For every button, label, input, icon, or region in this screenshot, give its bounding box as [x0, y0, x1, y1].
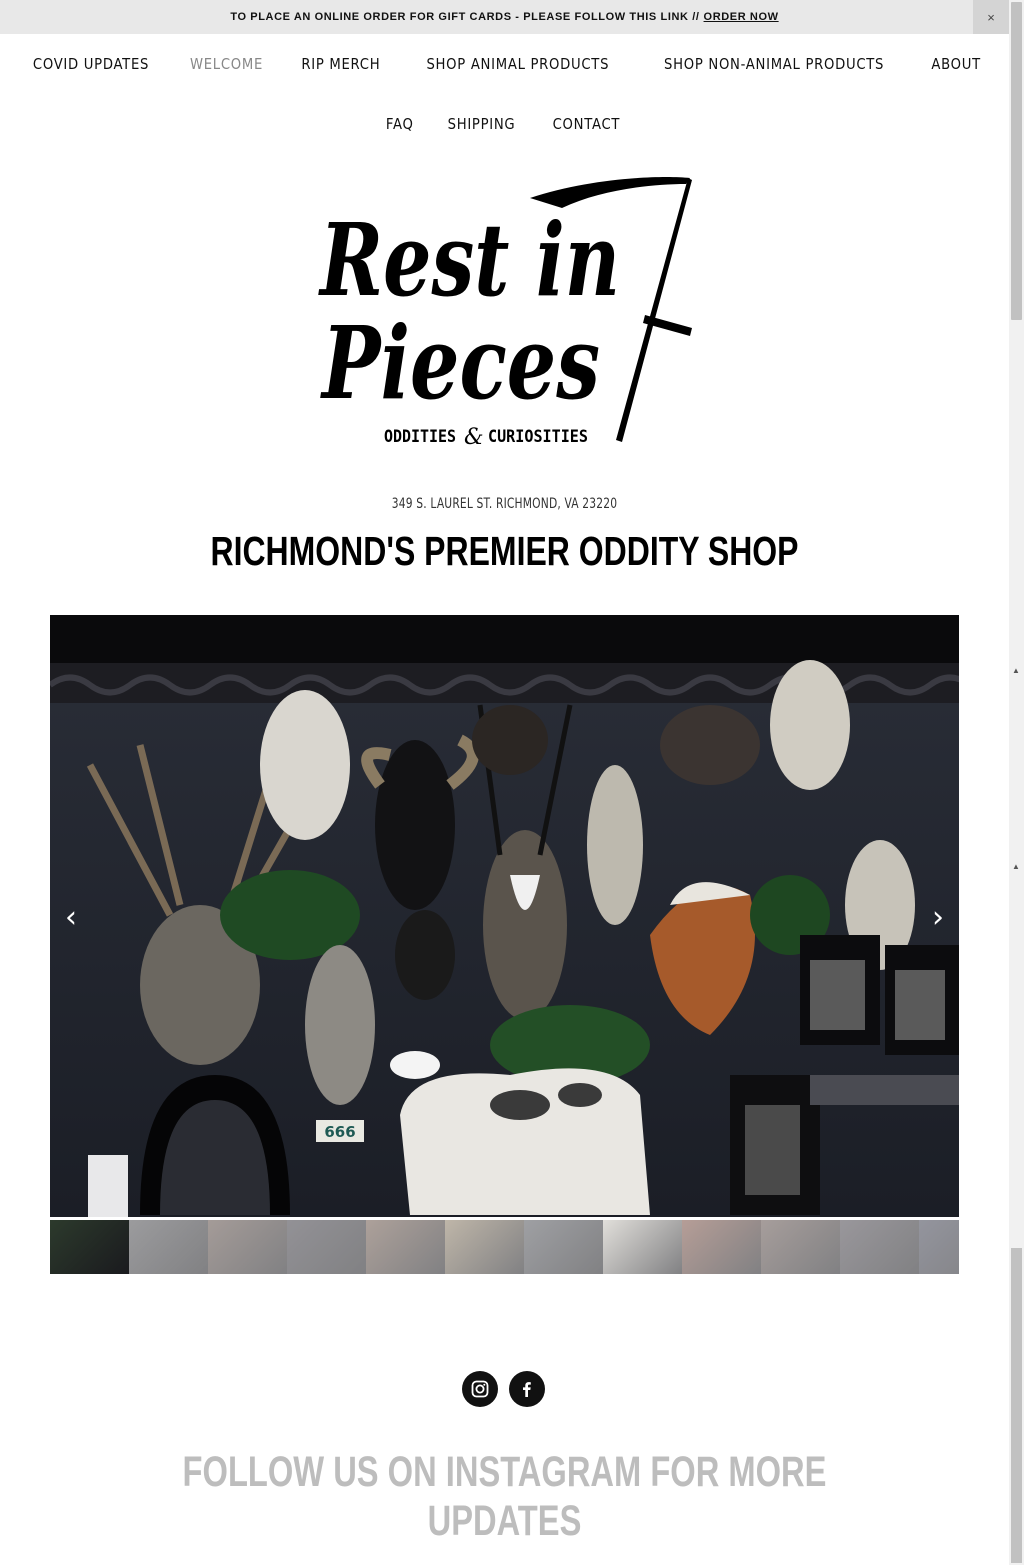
logo-tagline-curiosities: CURIOSITIES	[488, 427, 588, 447]
announcement-text: TO PLACE AN ONLINE ORDER FOR GIFT CARDS …	[230, 11, 700, 23]
instagram-icon	[471, 1380, 489, 1398]
thumbnail-overlay	[129, 1220, 208, 1274]
logo-line-1: Rest in	[318, 201, 620, 319]
nav-about[interactable]: ABOUT	[919, 55, 993, 73]
scroll-up-arrow-icon-2[interactable]: ▲	[1011, 862, 1021, 871]
nav-shop-animal-products[interactable]: SHOP ANIMAL PRODUCTS	[414, 55, 621, 73]
thumbnail-overlay	[524, 1220, 603, 1274]
thumbnail-overlay	[287, 1220, 366, 1274]
facebook-icon	[523, 1382, 531, 1397]
gallery-thumbnail[interactable]	[208, 1220, 287, 1274]
gallery-thumbnail[interactable]	[287, 1220, 366, 1274]
logo-graphic: Rest in Pieces ODDITIES & CURIOSITIES	[318, 177, 692, 450]
scroll-up-arrow-icon[interactable]: ▲	[1011, 666, 1021, 675]
gallery-thumbnail[interactable]	[524, 1220, 603, 1274]
scrollbar-thumb-lower	[1011, 1248, 1022, 1563]
gallery-thumbnail[interactable]	[129, 1220, 208, 1274]
thumbnail-overlay	[919, 1220, 959, 1274]
thumbnail-overlay	[761, 1220, 840, 1274]
scythe-handle	[616, 178, 692, 442]
gallery-next-button[interactable]: ›	[923, 900, 953, 935]
nav-faq[interactable]: FAQ	[373, 115, 425, 133]
gallery-thumbnail[interactable]	[366, 1220, 445, 1274]
site-logo[interactable]: Rest in Pieces ODDITIES & CURIOSITIES	[300, 170, 710, 460]
gallery-thumbnail[interactable]	[761, 1220, 840, 1274]
nav-row-secondary: FAQ SHIPPING CONTACT	[0, 94, 1009, 154]
nav-welcome[interactable]: WELCOME	[178, 55, 276, 73]
thumbnail-overlay	[603, 1220, 682, 1274]
thumbnail-overlay	[366, 1220, 445, 1274]
gallery-thumbnail[interactable]	[50, 1220, 129, 1274]
announcement-bar: TO PLACE AN ONLINE ORDER FOR GIFT CARDS …	[0, 0, 1009, 34]
main-navigation: COVID UPDATES WELCOME RIP MERCH SHOP ANI…	[0, 34, 1009, 154]
plaque-number: 666	[324, 1123, 355, 1141]
logo-tagline-oddities: ODDITIES	[384, 427, 456, 447]
nav-shop-non-animal-products[interactable]: SHOP NON-ANIMAL PRODUCTS	[652, 55, 897, 73]
image-gallery: 666 ‹ ›	[50, 615, 959, 1217]
gallery-prev-button[interactable]: ‹	[56, 900, 86, 935]
social-links	[462, 1371, 545, 1407]
gallery-thumbnail[interactable]	[445, 1220, 524, 1274]
gallery-main-image: 666	[50, 615, 959, 1217]
page-headline: RICHMOND'S PREMIER ODDITY SHOP	[210, 528, 799, 574]
nav-rip-merch[interactable]: RIP MERCH	[289, 55, 393, 73]
logo-line-2: Pieces	[320, 304, 600, 422]
thumbnail-overlay	[208, 1220, 287, 1274]
thumbnail-overlay	[840, 1220, 919, 1274]
nav-shipping[interactable]: SHIPPING	[436, 115, 528, 133]
instagram-link[interactable]	[462, 1371, 498, 1407]
gallery-thumbnail[interactable]	[603, 1220, 682, 1274]
facebook-link[interactable]	[509, 1371, 545, 1407]
gallery-thumbnail[interactable]	[919, 1220, 959, 1274]
thumbnail-overlay	[682, 1220, 761, 1274]
gallery-thumbnails	[50, 1220, 959, 1274]
nav-contact[interactable]: CONTACT	[541, 115, 633, 133]
logo-tagline-amp: &	[464, 425, 484, 450]
store-address: 349 S. LAUREL ST. RICHMOND, VA 23220	[391, 496, 618, 512]
nav-covid-updates[interactable]: COVID UPDATES	[21, 55, 162, 73]
scrollbar-thumb[interactable]	[1011, 2, 1022, 320]
instagram-follow-cta: FOLLOW US ON INSTAGRAM FOR MORE UPDATES	[182, 1448, 827, 1545]
gallery-thumbnail[interactable]	[682, 1220, 761, 1274]
gallery-thumbnail[interactable]	[840, 1220, 919, 1274]
nav-row-primary: COVID UPDATES WELCOME RIP MERCH SHOP ANI…	[0, 34, 1009, 94]
order-now-link[interactable]: ORDER NOW	[704, 11, 779, 23]
thumbnail-overlay	[445, 1220, 524, 1274]
announcement-close-button[interactable]: ×	[973, 0, 1009, 34]
page-scrollbar[interactable]	[1009, 0, 1024, 1565]
